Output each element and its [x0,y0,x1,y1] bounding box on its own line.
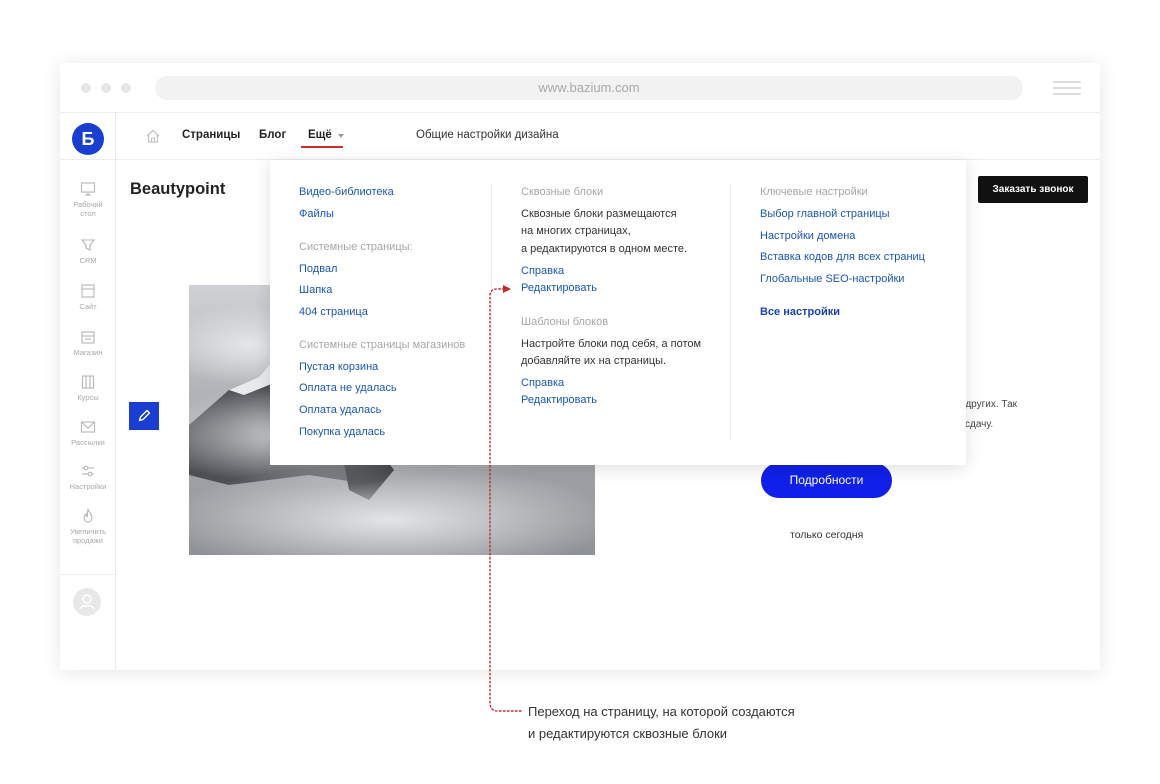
menu-item-header[interactable]: Шапка [299,284,332,297]
nav-blog[interactable]: Блог [259,129,286,141]
sidebar-item-courses[interactable]: Курсы [60,374,116,402]
sidebar-item-label: Курсы [77,393,99,402]
menu-item-code-insert[interactable]: Вставка кодов для всех страниц [760,251,925,264]
nav-more[interactable]: Ещё [308,129,332,141]
user-avatar-icon[interactable] [73,588,101,616]
global-blocks-help-link[interactable]: Справка [521,265,564,278]
more-dropdown-menu: Видео-библиотека Файлы Системные страниц… [270,160,966,465]
fire-icon [83,508,93,523]
sidebar-item-label: Рабочий [73,200,103,209]
sidebar-item-label: Сайт [79,302,97,311]
chevron-down-icon [338,134,344,138]
nav-design-settings[interactable]: Общие настройки дизайна [416,129,559,141]
menu-item-domain-settings[interactable]: Настройки домена [760,230,855,243]
menu-item-payment-failed[interactable]: Оплата не удалась [299,382,397,395]
sidebar-item-label: Настройки [69,482,107,491]
menu-item-footer[interactable]: Подвал [299,263,337,276]
menu-item-empty-cart[interactable]: Пустая корзина [299,361,378,374]
column-divider [730,184,731,440]
menu-item-payment-success[interactable]: Оплата удалась [299,404,381,417]
active-tab-underline [301,146,343,148]
sidebar-item-site[interactable]: Сайт [60,283,116,311]
menu-item-404[interactable]: 404 страница [299,306,368,319]
nav-pages[interactable]: Страницы [182,129,240,141]
menu-item-purchase-success[interactable]: Покупка удалась [299,426,385,439]
sidebar-item-boost-sales[interactable]: Увеличить продажи [60,508,116,545]
desktop-icon [80,182,96,196]
block-templates-description: Настройте блоки под себя, а потом [521,338,702,350]
edit-block-button[interactable] [129,402,159,430]
global-blocks-description: Сквозные блоки размещаются [521,208,677,220]
sidebar-item-crm[interactable]: CRM [60,237,116,265]
crm-funnel-icon [80,239,96,251]
sidebar-item-settings[interactable]: Настройки [60,463,116,491]
today-label: только сегодня [790,529,864,541]
menu-item-all-settings[interactable]: Все настройки [760,306,840,319]
home-icon[interactable] [145,128,161,144]
order-call-button[interactable]: Заказать звонок [978,176,1088,203]
sliders-icon [82,465,94,477]
sidebar-divider [60,159,116,160]
block-templates-description: добавляйте их на страницы. [521,355,667,367]
window-dot-maximize[interactable] [121,83,131,93]
address-bar[interactable]: www.bazium.com [155,76,1023,100]
sidebar-item-label: Увеличить [69,527,107,536]
top-navigation: Страницы Блог Ещё Общие настройки дизайн… [116,113,1100,160]
window-dot-minimize[interactable] [101,83,111,93]
details-button[interactable]: Подробности [761,463,892,498]
annotation-caption-line: и редактируются сквозные блоки [528,726,728,741]
window-dot-close[interactable] [81,83,91,93]
global-blocks-description: а редактируются в одном месте. [521,243,688,255]
mail-icon [80,421,96,433]
sidebar-item-label: продажи [73,536,103,545]
column-divider [491,184,492,440]
menu-item-main-page[interactable]: Выбор главной страницы [760,208,890,221]
sidebar: Б Рабочий стол CRM Сайт Магазин Курсы Ра… [60,113,116,670]
menu-heading-system-pages: Системные страницы: [299,241,413,253]
global-blocks-description: на многих страницах, [521,225,631,237]
sidebar-item-mailing[interactable]: Рассылки [60,419,116,447]
site-icon [81,284,95,298]
site-title: Beautypoint [130,180,226,198]
promo-text-line: е других. Так [957,399,1018,410]
courses-icon [81,375,95,389]
menu-heading-global-blocks: Сквозные блоки [521,186,604,198]
menu-item-video-library[interactable]: Видео-библиотека [299,186,394,199]
browser-chrome: www.bazium.com [60,63,1100,113]
sidebar-item-label: CRM [79,256,97,265]
store-icon [81,331,95,344]
sidebar-item-label: Магазин [73,348,103,357]
menu-heading-key-settings: Ключевые настройки [760,186,868,198]
sidebar-item-desktop[interactable]: Рабочий стол [60,181,116,218]
block-templates-help-link[interactable]: Справка [521,377,564,390]
menu-heading-shop-pages: Системные страницы магазинов [299,339,466,351]
bazium-logo[interactable]: Б [72,123,104,155]
sidebar-item-label: Рассылки [71,438,105,447]
sidebar-item-store[interactable]: Магазин [60,329,116,357]
annotation-caption-line: Переход на страницу, на которой создаютс… [528,704,795,719]
menu-item-seo-settings[interactable]: Глобальные SEO-настройки [760,273,904,286]
menu-heading-block-templates: Шаблоны блоков [521,316,609,328]
block-templates-edit-link[interactable]: Редактировать [521,394,597,407]
menu-item-files[interactable]: Файлы [299,208,334,221]
sidebar-item-label: стол [80,209,96,218]
hamburger-icon[interactable] [1053,81,1081,95]
sidebar-divider [60,574,116,575]
global-blocks-edit-link[interactable]: Редактировать [521,282,597,295]
